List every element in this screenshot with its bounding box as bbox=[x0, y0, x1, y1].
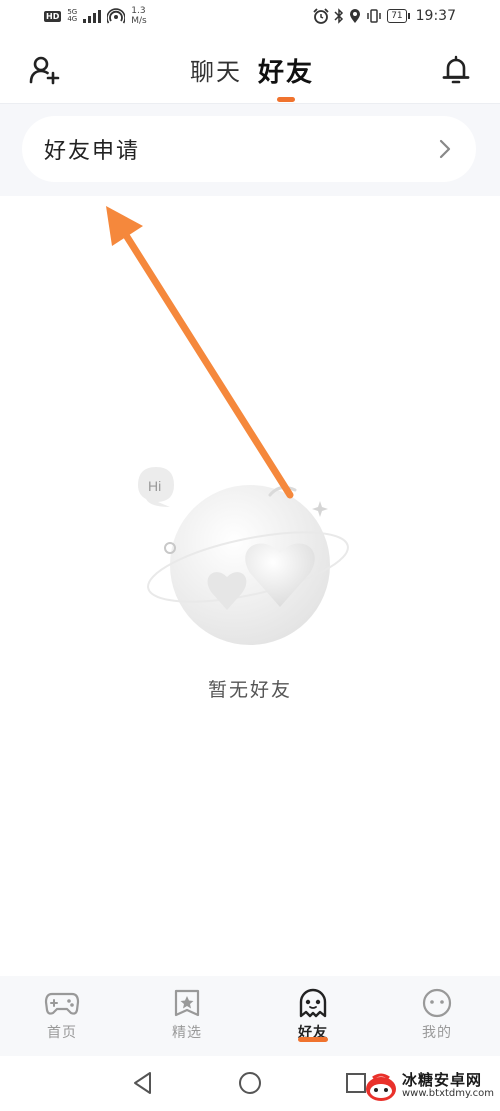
friend-request-button[interactable]: 好友申请 bbox=[22, 116, 476, 182]
alarm-icon bbox=[313, 8, 329, 24]
status-right: 71 19:37 bbox=[313, 8, 456, 24]
face-icon bbox=[422, 988, 452, 1018]
clock: 19:37 bbox=[415, 8, 456, 24]
location-icon bbox=[350, 9, 361, 23]
status-bar: HD 5G 4G 1.3 M/s 71 19:37 bbox=[0, 0, 500, 36]
site-watermark: 冰糖安卓网 www.btxtdmy.com bbox=[364, 1068, 500, 1106]
nav-friends[interactable]: 好友 bbox=[268, 988, 358, 1042]
nav-me[interactable]: 我的 bbox=[392, 988, 482, 1042]
bluetooth-icon bbox=[334, 8, 344, 24]
nav-home-label: 首页 bbox=[47, 1025, 77, 1041]
chevron-right-icon bbox=[439, 139, 451, 159]
bottom-navigation: 首页 精选 好友 我的 bbox=[0, 976, 500, 1056]
tab-chat[interactable]: 聊天 bbox=[190, 52, 242, 89]
empty-state-message: 暂无好友 bbox=[207, 679, 292, 701]
home-icon[interactable] bbox=[237, 1070, 263, 1096]
gamepad-icon bbox=[44, 992, 80, 1015]
nav-me-label: 我的 bbox=[422, 1025, 452, 1041]
network-speed: 1.3 M/s bbox=[131, 6, 147, 26]
star-bookmark-icon bbox=[174, 989, 200, 1017]
status-left: HD 5G 4G 1.3 M/s bbox=[44, 6, 147, 26]
back-icon[interactable] bbox=[130, 1070, 156, 1096]
top-header: 聊天 好友 bbox=[0, 36, 500, 104]
battery-indicator: 71 bbox=[387, 9, 411, 23]
add-friend-icon[interactable] bbox=[28, 54, 60, 86]
signal-icon bbox=[83, 10, 102, 23]
nav-active-indicator bbox=[298, 1037, 328, 1042]
hd-badge: HD bbox=[44, 10, 62, 22]
nav-featured-label: 精选 bbox=[172, 1025, 202, 1041]
active-tab-indicator bbox=[277, 97, 295, 102]
tab-friends[interactable]: 好友 bbox=[258, 52, 314, 89]
hi-bubble-text: Hi bbox=[148, 478, 161, 494]
watermark-name: 冰糖安卓网 bbox=[402, 1071, 483, 1089]
empty-friends-illustration: Hi bbox=[138, 467, 349, 645]
friend-request-label: 好友申请 bbox=[44, 139, 141, 164]
ghost-icon bbox=[299, 988, 327, 1018]
top-tabs: 聊天 好友 bbox=[190, 52, 314, 89]
watermark-text: 冰糖安卓网 www.btxtdmy.com bbox=[402, 1073, 494, 1101]
watermark-logo-icon bbox=[366, 1073, 396, 1101]
friend-request-section: 好友申请 bbox=[0, 104, 500, 196]
nav-home[interactable]: 首页 bbox=[17, 988, 107, 1042]
nav-featured[interactable]: 精选 bbox=[142, 988, 232, 1042]
network-type: 5G 4G bbox=[67, 8, 78, 23]
vibrate-icon bbox=[367, 9, 381, 23]
bell-icon[interactable] bbox=[440, 54, 472, 86]
hotspot-icon bbox=[107, 8, 126, 24]
watermark-url: www.btxtdmy.com bbox=[402, 1088, 495, 1099]
